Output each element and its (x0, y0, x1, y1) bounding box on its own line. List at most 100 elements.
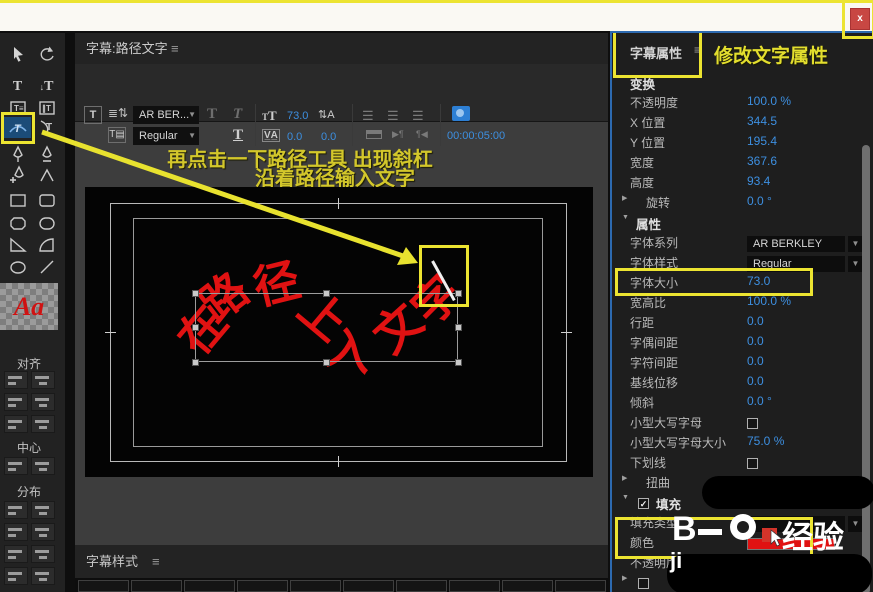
checkbox-obscured[interactable] (638, 578, 649, 589)
expand-icon[interactable]: ▶ (622, 194, 627, 202)
justify-center-icon[interactable]: ☰ (387, 108, 399, 124)
insert-right-tab-icon[interactable]: ¶◀ (416, 129, 428, 140)
dropdown-chevron-icon[interactable]: ▼ (848, 236, 863, 252)
tool-pen[interactable] (4, 144, 31, 165)
align-button-5[interactable] (4, 415, 28, 433)
text-selection-bounding-box[interactable] (195, 293, 458, 362)
distribute-button-1[interactable] (4, 501, 28, 519)
selection-handle[interactable] (192, 290, 199, 297)
distribute-button-5[interactable] (4, 545, 28, 563)
title-canvas[interactable]: 在路径上入文字 (85, 187, 593, 477)
selection-handle[interactable] (323, 359, 330, 366)
style-swatch-10[interactable] (555, 580, 606, 592)
style-swatch-8[interactable] (449, 580, 500, 592)
insert-left-tab-icon[interactable]: ▶¶ (392, 129, 404, 140)
underline-button[interactable]: T (233, 127, 243, 144)
property-value[interactable]: 0.0 (747, 374, 764, 388)
tool-area-type[interactable]: T≡ (4, 97, 31, 118)
title-style-preview[interactable]: Aa (0, 283, 58, 330)
property-value[interactable]: 93.4 (747, 174, 770, 188)
kerning-value[interactable]: 0.0 (287, 131, 302, 143)
checkbox-下划线[interactable] (747, 458, 758, 469)
tool-clipped-corner-rectangle[interactable] (4, 212, 31, 233)
tool-rounded-rectangle[interactable] (33, 212, 60, 233)
selection-handle[interactable] (192, 359, 199, 366)
properties-scrollbar[interactable] (862, 145, 870, 592)
tool-delete-anchor[interactable] (33, 144, 60, 165)
property-value[interactable]: 0.0 (747, 334, 764, 348)
background-video-timecode[interactable]: 00:00:05:00 (447, 130, 505, 142)
center-button-2[interactable] (31, 457, 55, 475)
style-swatch-9[interactable] (502, 580, 553, 592)
style-swatch-1[interactable] (78, 580, 129, 592)
italic-button[interactable]: T (233, 106, 242, 123)
style-swatch-2[interactable] (131, 580, 182, 592)
tool-line[interactable] (33, 256, 60, 277)
dropdown-chevron-icon[interactable]: ▼ (848, 256, 863, 272)
expand-icon[interactable]: ▶ (622, 474, 627, 482)
tool-selection[interactable] (4, 43, 31, 64)
tool-rectangle[interactable] (4, 189, 31, 210)
justify-left-icon[interactable]: ☰ (362, 108, 374, 124)
property-value[interactable]: 195.4 (747, 134, 777, 148)
distribute-button-2[interactable] (31, 501, 55, 519)
close-button[interactable]: x (850, 8, 870, 30)
align-button-1[interactable] (4, 371, 28, 389)
style-swatch-4[interactable] (237, 580, 288, 592)
distribute-button-3[interactable] (4, 523, 28, 541)
property-value[interactable]: 75.0 % (747, 434, 784, 448)
expand-icon[interactable]: ▶ (622, 574, 627, 582)
color-swatch[interactable] (747, 538, 835, 550)
align-button-3[interactable] (4, 393, 28, 411)
tool-convert-anchor[interactable] (33, 164, 60, 185)
tab-stops-icon[interactable] (366, 130, 382, 139)
new-title-icon[interactable]: T (84, 106, 102, 124)
property-value[interactable]: 100.0 % (747, 294, 791, 308)
align-button-6[interactable] (31, 415, 55, 433)
style-swatch-5[interactable] (290, 580, 341, 592)
property-dropdown[interactable]: Regular (747, 256, 845, 272)
justify-right-icon[interactable]: ☰ (412, 108, 424, 124)
tool-vertical-area-type[interactable]: ∥T (33, 97, 60, 118)
distribute-button-8[interactable] (31, 567, 55, 585)
font-size-value[interactable]: 73.0 (287, 110, 308, 122)
tool-wedge[interactable] (4, 234, 31, 255)
property-value[interactable]: 0.0 ° (747, 194, 772, 208)
distribute-button-6[interactable] (31, 545, 55, 563)
property-dropdown[interactable] (747, 516, 845, 532)
align-button-2[interactable] (31, 371, 55, 389)
style-swatch-6[interactable] (343, 580, 394, 592)
roll-crawl-options-icon[interactable]: ≣⇅ (108, 106, 128, 120)
property-value[interactable]: 0.0 (747, 314, 764, 328)
distribute-button-4[interactable] (31, 523, 55, 541)
center-button-1[interactable] (4, 457, 28, 475)
property-value[interactable]: 367.6 (747, 154, 777, 168)
show-background-video-icon[interactable] (452, 106, 470, 121)
property-value[interactable]: 344.5 (747, 114, 777, 128)
tool-ellipse[interactable] (4, 256, 31, 277)
templates-icon[interactable]: T▤ (108, 127, 126, 143)
tool-path-type[interactable]: T (4, 117, 31, 138)
align-button-4[interactable] (31, 393, 55, 411)
style-swatch-7[interactable] (396, 580, 447, 592)
tool-vertical-type[interactable]: ↓T (33, 76, 60, 97)
title-styles-menu-icon[interactable]: ≡ (152, 545, 160, 578)
collapse-icon[interactable]: ▼ (622, 214, 629, 221)
selection-handle[interactable] (323, 290, 330, 297)
tool-add-anchor[interactable] (4, 164, 31, 185)
distribute-button-7[interactable] (4, 567, 28, 585)
style-swatch-3[interactable] (184, 580, 235, 592)
tool-vertical-path-type[interactable]: T (33, 117, 60, 138)
properties-panel-menu-icon[interactable]: ≡ (694, 43, 701, 57)
selection-handle[interactable] (455, 359, 462, 366)
dropdown-chevron-icon[interactable]: ▼ (848, 516, 863, 532)
checkbox-小型大写字母[interactable] (747, 418, 758, 429)
checkbox-填充[interactable]: ✓ (638, 498, 649, 509)
selection-handle[interactable] (192, 324, 199, 331)
property-value[interactable]: 100.0 % (747, 94, 791, 108)
panel-menu-icon[interactable]: ≡ (171, 33, 179, 64)
property-dropdown[interactable]: AR BERKLEY (747, 236, 845, 252)
property-value[interactable]: 0.0 ° (747, 394, 772, 408)
font-family-dropdown[interactable]: AR BER...▼ (133, 106, 199, 124)
selection-handle[interactable] (455, 324, 462, 331)
